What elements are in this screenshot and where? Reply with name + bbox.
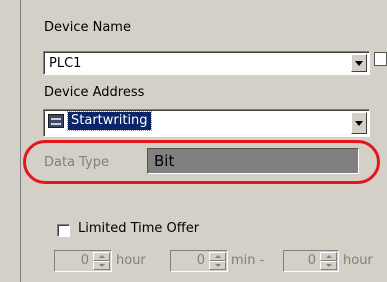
device-name-dropdown-button[interactable] [351, 54, 367, 72]
spin-down-icon[interactable] [320, 261, 337, 270]
hour2-label: hour [343, 253, 373, 268]
data-type-label: Data Type [44, 155, 110, 170]
limited-time-offer-label[interactable]: Limited Time Offer [78, 221, 199, 236]
chevron-down-icon [355, 121, 363, 126]
device-address-value: Startwriting [67, 111, 152, 131]
hour-label: hour [116, 253, 146, 268]
device-name-label: Device Name [44, 20, 131, 35]
minute-value: 0 [196, 253, 205, 268]
settings-dialog [20, 0, 387, 282]
spin-up-icon[interactable] [320, 252, 337, 261]
device-address-label: Device Address [44, 85, 145, 100]
hour-spinner[interactable]: 0 [54, 250, 112, 272]
left-panel-edge [0, 0, 20, 282]
minute-spinner[interactable]: 0 [170, 250, 228, 272]
minute-label: min - [231, 253, 265, 268]
device-name-combo[interactable]: PLC1 [43, 51, 370, 75]
device-address-dropdown-button[interactable] [351, 112, 367, 134]
spin-down-icon[interactable] [209, 261, 226, 270]
dialog-border [20, 0, 21, 282]
device-address-combo[interactable]: Startwriting [43, 109, 370, 137]
spin-down-icon[interactable] [93, 261, 110, 270]
hour2-value: 0 [307, 253, 316, 268]
hour2-spinner[interactable]: 0 [283, 250, 339, 272]
limited-time-offer-checkbox[interactable] [57, 224, 70, 237]
address-list-icon [48, 114, 64, 128]
hour-value: 0 [80, 253, 89, 268]
chevron-down-icon [355, 61, 363, 66]
extra-checkbox-edge[interactable] [374, 52, 387, 66]
spin-up-icon[interactable] [93, 252, 110, 261]
device-name-value: PLC1 [49, 56, 82, 71]
spin-up-icon[interactable] [209, 252, 226, 261]
data-type-value: Bit [154, 152, 175, 170]
data-type-field: Bit [147, 148, 359, 174]
